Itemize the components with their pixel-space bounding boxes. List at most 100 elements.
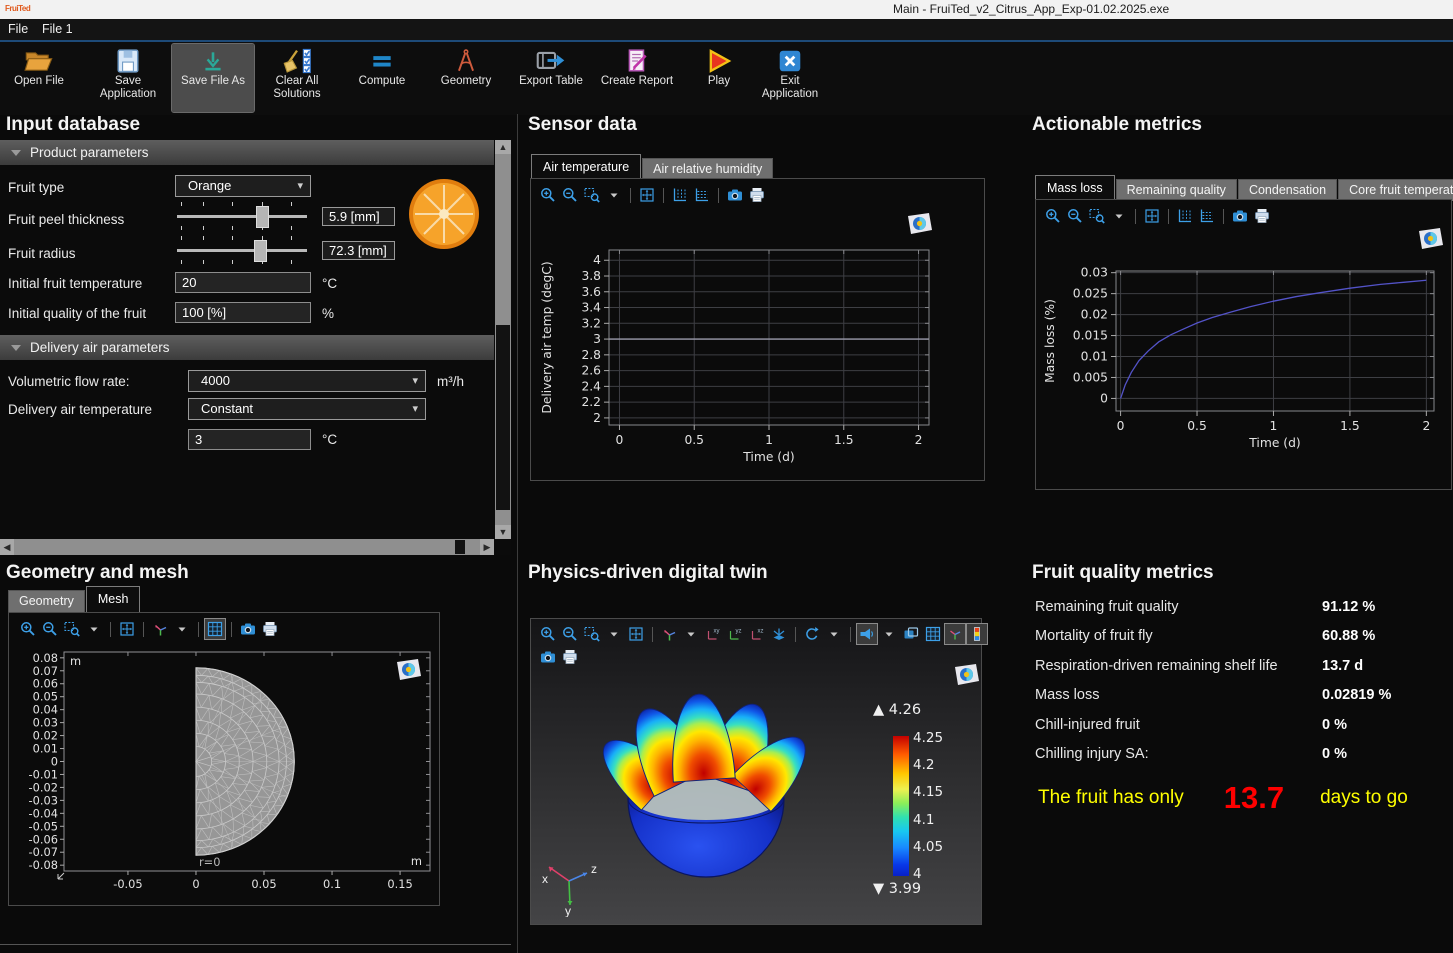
play-button[interactable]: Play	[690, 44, 748, 112]
zoom-box-icon[interactable]	[582, 624, 602, 644]
open-file-button[interactable]: Open File	[2, 44, 76, 112]
printer-icon[interactable]	[747, 185, 767, 205]
view-xy-icon[interactable]: xy	[703, 624, 723, 644]
scrollbar-thumb[interactable]	[496, 325, 510, 510]
svg-text:-0.06: -0.06	[29, 832, 58, 846]
save-application-button[interactable]: Save Application	[92, 44, 164, 112]
slider-thumb[interactable]	[254, 240, 267, 262]
grid-x-icon[interactable]	[1175, 206, 1195, 226]
scroll-up-arrow[interactable]: ▲	[495, 140, 511, 154]
menu-file[interactable]: File	[8, 22, 28, 36]
camera-icon[interactable]	[238, 619, 258, 639]
compute-button[interactable]: Compute	[345, 44, 419, 112]
zoom-box-icon[interactable]	[62, 619, 82, 639]
zoom-box-icon[interactable]	[582, 185, 602, 205]
view-xz-icon[interactable]: xz	[747, 624, 767, 644]
save-file-as-button[interactable]: Save File As	[172, 44, 254, 112]
slider-track[interactable]	[177, 215, 307, 218]
cbar-icon[interactable]	[967, 624, 987, 644]
scroll-down-arrow[interactable]: ▼	[495, 525, 511, 539]
tab-remaining-quality[interactable]: Remaining quality	[1116, 179, 1237, 201]
zoom-out-icon[interactable]	[40, 619, 60, 639]
camera-icon[interactable]	[538, 647, 558, 667]
grid3d-icon[interactable]	[923, 624, 943, 644]
zoom-in-icon[interactable]	[538, 185, 558, 205]
export-table-button[interactable]: Export Table	[512, 44, 590, 112]
menu-file1[interactable]: File 1	[42, 22, 73, 36]
caret-icon[interactable]	[84, 619, 104, 639]
tab-geometry[interactable]: Geometry	[8, 590, 85, 612]
tab-air-temperature[interactable]: Air temperature	[531, 154, 641, 180]
rotate-icon[interactable]	[802, 624, 822, 644]
fruit-radius-value[interactable]: 72.3 [mm]	[322, 241, 395, 260]
caret-icon[interactable]	[824, 624, 844, 644]
axes3d-icon[interactable]	[945, 624, 965, 644]
delivery-air-temperature-dropdown[interactable]: Constant	[188, 398, 426, 420]
delivery-air-parameters-header[interactable]: Delivery air parameters	[0, 335, 494, 360]
camera-icon[interactable]	[725, 185, 745, 205]
view-yz-icon[interactable]: yz	[725, 624, 745, 644]
svg-text:Time (d): Time (d)	[1248, 436, 1300, 450]
scroll-left-arrow[interactable]: ◀	[0, 539, 14, 555]
mesh-plot[interactable]: 0.080.070.060.050.040.030.020.010-0.01-0…	[12, 646, 436, 901]
zoom-out-icon[interactable]	[1065, 206, 1085, 226]
fit-icon[interactable]	[1142, 206, 1162, 226]
vertical-scrollbar[interactable]: ▲▼	[495, 140, 511, 539]
tab-core-fruit-temperature[interactable]: Core fruit temperature	[1338, 179, 1453, 201]
persp-icon[interactable]	[769, 624, 789, 644]
printer-icon[interactable]	[560, 647, 580, 667]
zoom-out-icon[interactable]	[560, 624, 580, 644]
colorbar-tick-label: 4	[913, 866, 922, 882]
slider-track[interactable]	[177, 249, 307, 252]
scroll-right-arrow[interactable]: ▶	[480, 539, 494, 555]
tab-air-relative-humidity[interactable]: Air relative humidity	[642, 158, 773, 180]
tab-mass-loss[interactable]: Mass loss	[1035, 175, 1115, 201]
initial-quality-input[interactable]	[175, 302, 311, 323]
caret-icon[interactable]	[1109, 206, 1129, 226]
fit-icon[interactable]	[626, 624, 646, 644]
grid-y-icon[interactable]	[692, 185, 712, 205]
printer-icon[interactable]	[260, 619, 280, 639]
fruit-type-dropdown[interactable]: Orange	[175, 175, 311, 197]
grid-x-icon[interactable]	[670, 185, 690, 205]
triad-icon[interactable]	[150, 619, 170, 639]
slider-thumb[interactable]	[256, 206, 269, 228]
caret-icon[interactable]	[604, 624, 624, 644]
volumetric-flow-rate-dropdown[interactable]: 4000	[188, 370, 426, 392]
scene-icon[interactable]	[901, 624, 921, 644]
clear-all-solutions-button[interactable]: Clear All Solutions	[258, 44, 336, 112]
geometry-button[interactable]: Geometry	[428, 44, 504, 112]
tab-mesh[interactable]: Mesh	[86, 586, 141, 612]
tab-condensation[interactable]: Condensation	[1238, 179, 1337, 201]
light-icon[interactable]	[857, 624, 877, 644]
camera-icon[interactable]	[1230, 206, 1250, 226]
triad-icon[interactable]	[659, 624, 679, 644]
initial-fruit-temperature-input[interactable]	[175, 272, 311, 293]
scrollbar-thumb[interactable]	[455, 540, 465, 554]
create-report-button[interactable]: Create Report	[596, 44, 678, 112]
caret-icon[interactable]	[681, 624, 701, 644]
mass-loss-chart[interactable]: 00.511.5200.0050.010.0150.020.0250.03Tim…	[1038, 234, 1448, 464]
zoom-in-icon[interactable]	[1043, 206, 1063, 226]
caret-icon[interactable]	[879, 624, 899, 644]
fruit-peel-thickness-slider[interactable]	[177, 202, 307, 230]
zoom-out-icon[interactable]	[560, 185, 580, 205]
grid-y-icon[interactable]	[1197, 206, 1217, 226]
horizontal-scrollbar[interactable]: ◀▶	[0, 539, 494, 555]
grid3d-icon[interactable]	[205, 619, 225, 639]
caret-icon[interactable]	[604, 185, 624, 205]
svg-text:-0.05: -0.05	[113, 877, 142, 891]
printer-icon[interactable]	[1252, 206, 1272, 226]
product-parameters-header[interactable]: Product parameters	[0, 140, 494, 165]
delivery-air-temperature-value-input[interactable]	[188, 429, 311, 450]
fit-icon[interactable]	[117, 619, 137, 639]
fit-icon[interactable]	[637, 185, 657, 205]
zoom-in-icon[interactable]	[18, 619, 38, 639]
fruit-peel-thickness-value[interactable]: 5.9 [mm]	[322, 207, 395, 226]
zoom-in-icon[interactable]	[538, 624, 558, 644]
caret-icon[interactable]	[172, 619, 192, 639]
exit-application-button[interactable]: Exit Application	[750, 44, 830, 112]
zoom-box-icon[interactable]	[1087, 206, 1107, 226]
air-temperature-chart[interactable]: 00.511.5222.22.42.62.833.23.43.63.84Time…	[535, 211, 983, 475]
fruit-radius-slider[interactable]	[177, 236, 307, 264]
